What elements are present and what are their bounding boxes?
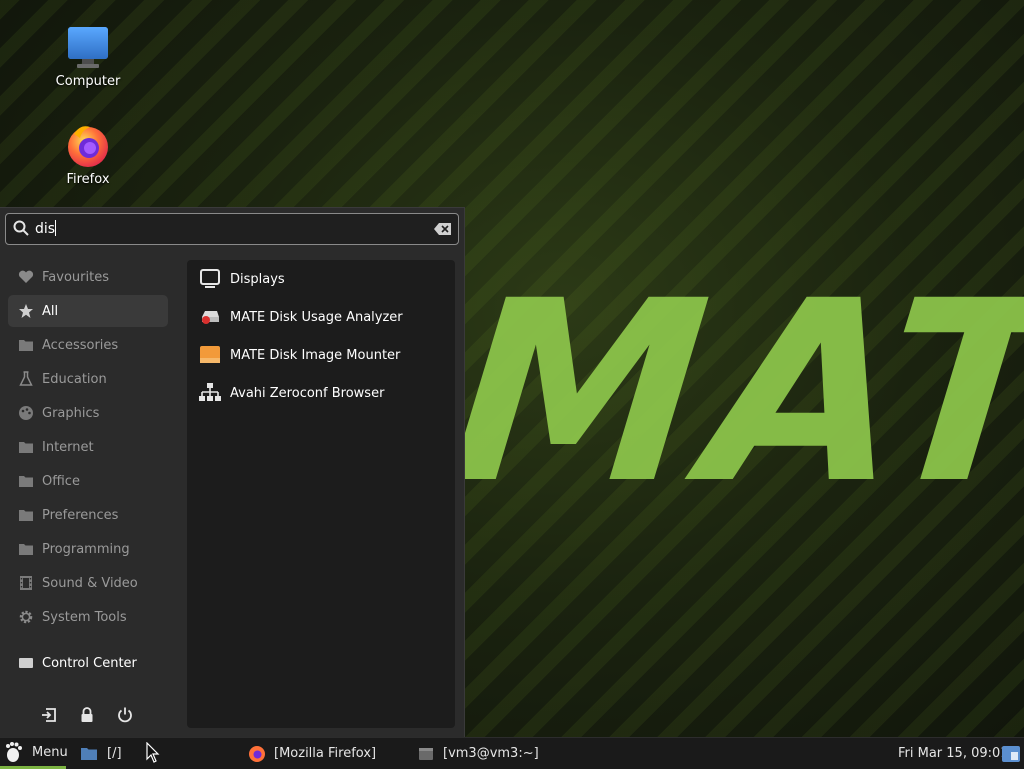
power-icon[interactable] — [116, 706, 134, 728]
category-label: Internet — [42, 439, 94, 455]
folder-icon — [18, 507, 34, 523]
result-disk-usage-analyzer[interactable]: MATE Disk Usage Analyzer — [187, 298, 455, 336]
folder-icon — [18, 541, 34, 557]
show-desktop-icon[interactable] — [1001, 738, 1021, 769]
category-label: Accessories — [42, 337, 119, 353]
star-icon — [18, 303, 34, 319]
search-value: dis — [35, 221, 56, 237]
category-label: System Tools — [42, 609, 127, 625]
taskbar-terminal-label: [vm3@vm3:~] — [443, 746, 539, 761]
category-office[interactable]: Office — [8, 465, 168, 497]
result-disk-image-mounter[interactable]: MATE Disk Image Mounter — [187, 336, 455, 374]
mate-foot-icon — [4, 741, 24, 763]
gear-icon — [18, 609, 34, 625]
desktop-icon-label: Firefox — [66, 172, 110, 187]
category-internet[interactable]: Internet — [8, 431, 168, 463]
palette-icon — [18, 405, 34, 421]
logout-icon[interactable] — [40, 706, 58, 728]
control-center-button[interactable]: Control Center — [8, 647, 168, 679]
category-label: Education — [42, 371, 107, 387]
desktop-icon-label: Computer — [55, 74, 121, 89]
category-all[interactable]: All — [8, 295, 168, 327]
lock-icon[interactable] — [78, 706, 96, 728]
flask-icon — [18, 371, 34, 387]
category-label: All — [42, 303, 59, 319]
clear-search-icon[interactable] — [434, 221, 452, 240]
folder-icon — [18, 337, 34, 353]
heart-icon — [18, 269, 34, 285]
category-system-tools[interactable]: System Tools — [8, 601, 168, 633]
category-programming[interactable]: Programming — [8, 533, 168, 565]
result-label: MATE Disk Image Mounter — [230, 347, 401, 363]
network-icon — [199, 382, 221, 404]
category-label: Sound & Video — [42, 575, 138, 591]
result-displays[interactable]: Displays — [187, 260, 455, 298]
control-center-icon — [18, 655, 34, 671]
menu-button[interactable]: Menu — [0, 738, 68, 769]
film-icon — [18, 575, 34, 591]
category-list: Favourites All Accessories Education Gra… — [8, 261, 168, 671]
taskbar-folder-label: [/] — [107, 746, 122, 761]
folder-icon — [18, 439, 34, 455]
firefox-icon — [248, 745, 266, 763]
mouse-cursor — [146, 741, 160, 768]
category-favourites[interactable]: Favourites — [8, 261, 168, 293]
taskbar-terminal-window[interactable]: [vm3@vm3:~] — [418, 738, 539, 769]
category-label: Preferences — [42, 507, 119, 523]
taskbar-folder-window[interactable]: [/] — [80, 738, 122, 769]
category-accessories[interactable]: Accessories — [8, 329, 168, 361]
category-label: Favourites — [42, 269, 109, 285]
monitor-icon — [66, 26, 110, 70]
clock[interactable]: Fri Mar 15, 09:01 — [898, 738, 1009, 769]
category-sound-video[interactable]: Sound & Video — [8, 567, 168, 599]
category-preferences[interactable]: Preferences — [8, 499, 168, 531]
search-results: Displays MATE Disk Usage Analyzer MATE D… — [187, 260, 455, 728]
category-label: Office — [42, 473, 80, 489]
search-input[interactable]: dis — [5, 213, 459, 245]
control-center-label: Control Center — [42, 655, 137, 671]
category-label: Graphics — [42, 405, 100, 421]
category-education[interactable]: Education — [8, 363, 168, 395]
disk-analyzer-icon — [199, 306, 221, 328]
folder-icon — [80, 746, 98, 761]
result-label: MATE Disk Usage Analyzer — [230, 309, 403, 325]
taskbar-firefox-label: [Mozilla Firefox] — [274, 746, 377, 761]
folder-icon — [18, 473, 34, 489]
session-actions — [40, 706, 134, 728]
disk-image-icon — [199, 344, 221, 366]
result-avahi-browser[interactable]: Avahi Zeroconf Browser — [187, 374, 455, 412]
terminal-icon — [418, 747, 434, 761]
result-label: Avahi Zeroconf Browser — [230, 385, 385, 401]
menu-button-label: Menu — [32, 744, 68, 760]
desktop-icon-computer[interactable]: Computer — [43, 26, 133, 89]
display-icon — [199, 268, 221, 290]
result-label: Displays — [230, 271, 285, 287]
desktop-icon-firefox[interactable]: Firefox — [43, 124, 133, 187]
category-graphics[interactable]: Graphics — [8, 397, 168, 429]
app-menu-panel: dis Favourites All Accessories Education… — [0, 207, 465, 738]
taskbar-firefox-window[interactable]: [Mozilla Firefox] — [248, 738, 376, 769]
wallpaper-logo: MATE — [439, 247, 1024, 538]
search-icon — [13, 220, 29, 240]
firefox-icon — [66, 124, 110, 168]
category-label: Programming — [42, 541, 130, 557]
